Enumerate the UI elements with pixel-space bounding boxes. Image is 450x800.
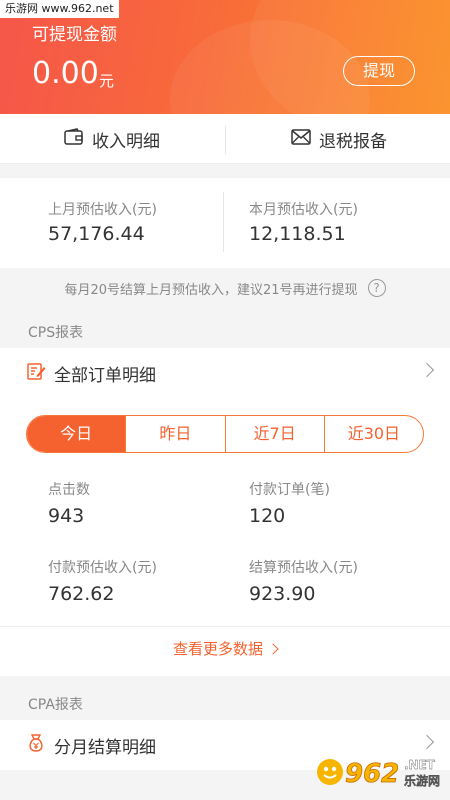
last-month-value: 57,176.44	[48, 223, 145, 245]
this-month-value: 12,118.51	[249, 223, 346, 245]
chevron-right-icon	[419, 734, 435, 750]
wallet-icon	[64, 127, 84, 151]
monthly-settlement-label: 分月结算明细	[54, 737, 156, 758]
income-detail-tab[interactable]: 收入明细	[64, 114, 160, 164]
cpa-section-title: CPA报表	[28, 697, 83, 713]
settled-income-value: 923.90	[249, 583, 316, 605]
withdrawable-label: 可提现金额	[32, 25, 117, 45]
period-selector: 今日 昨日 近7日 近30日	[26, 415, 424, 453]
withdrawable-amount: 0.00	[32, 56, 99, 91]
settlement-notice: 每月20号结算上月预估收入，建议21号再进行提现 ?	[0, 270, 450, 306]
card-divider	[0, 626, 450, 627]
paid-orders-value: 120	[249, 505, 286, 527]
amount-unit: 元	[99, 72, 115, 90]
paid-income-value: 762.62	[48, 583, 115, 605]
this-month-label: 本月预估收入(元)	[249, 202, 358, 218]
paid-orders-label: 付款订单(笔)	[249, 482, 330, 498]
cps-section-title: CPS报表	[28, 325, 84, 341]
svg-text:.NET: .NET	[404, 758, 436, 772]
help-icon[interactable]: ?	[367, 279, 386, 297]
watermark: 乐游网 www.962.net	[0, 0, 119, 18]
tax-report-tab[interactable]: 退税报备	[291, 114, 387, 164]
svg-text:乐游网: 乐游网	[404, 773, 440, 788]
period-yesterday-tab[interactable]: 昨日	[125, 416, 224, 452]
order-edit-icon	[26, 361, 46, 386]
all-orders-row[interactable]: 全部订单明细	[0, 348, 450, 398]
last-month-label: 上月预估收入(元)	[48, 202, 157, 218]
money-bag-icon	[26, 733, 46, 758]
view-more-link[interactable]: 查看更多数据	[0, 638, 450, 659]
chevron-right-icon	[419, 362, 435, 378]
cps-report-card: 今日 昨日 近7日 近30日 点击数 943 付款订单(笔) 120 付款预估收…	[0, 398, 450, 676]
settlement-notice-text: 每月20号结算上月预估收入，建议21号再进行提现	[64, 282, 358, 298]
paid-income-label: 付款预估收入(元)	[48, 560, 157, 576]
withdraw-button[interactable]: 提现	[343, 56, 415, 86]
clicks-value: 943	[48, 505, 85, 527]
settled-income-label: 结算预估收入(元)	[249, 560, 358, 576]
income-detail-label: 收入明细	[92, 131, 160, 152]
chevron-right-icon	[267, 643, 279, 655]
site-logo: 962 .NET 乐游网	[316, 752, 444, 792]
period-today-tab[interactable]: 今日	[27, 416, 126, 452]
tax-report-label: 退税报备	[319, 131, 387, 152]
tab-divider	[225, 126, 226, 154]
envelope-icon	[291, 128, 311, 151]
clicks-label: 点击数	[48, 482, 90, 498]
view-more-label: 查看更多数据	[172, 640, 263, 658]
svg-text:962: 962	[345, 759, 399, 789]
account-tabs: 收入明细 退税报备	[0, 114, 450, 164]
estimates-divider	[223, 192, 224, 252]
income-estimates-card: 上月预估收入(元) 57,176.44 本月预估收入(元) 12,118.51	[0, 178, 450, 268]
period-7days-tab[interactable]: 近7日	[224, 416, 324, 452]
all-orders-label: 全部订单明细	[54, 365, 156, 386]
period-30days-tab[interactable]: 近30日	[323, 416, 423, 452]
